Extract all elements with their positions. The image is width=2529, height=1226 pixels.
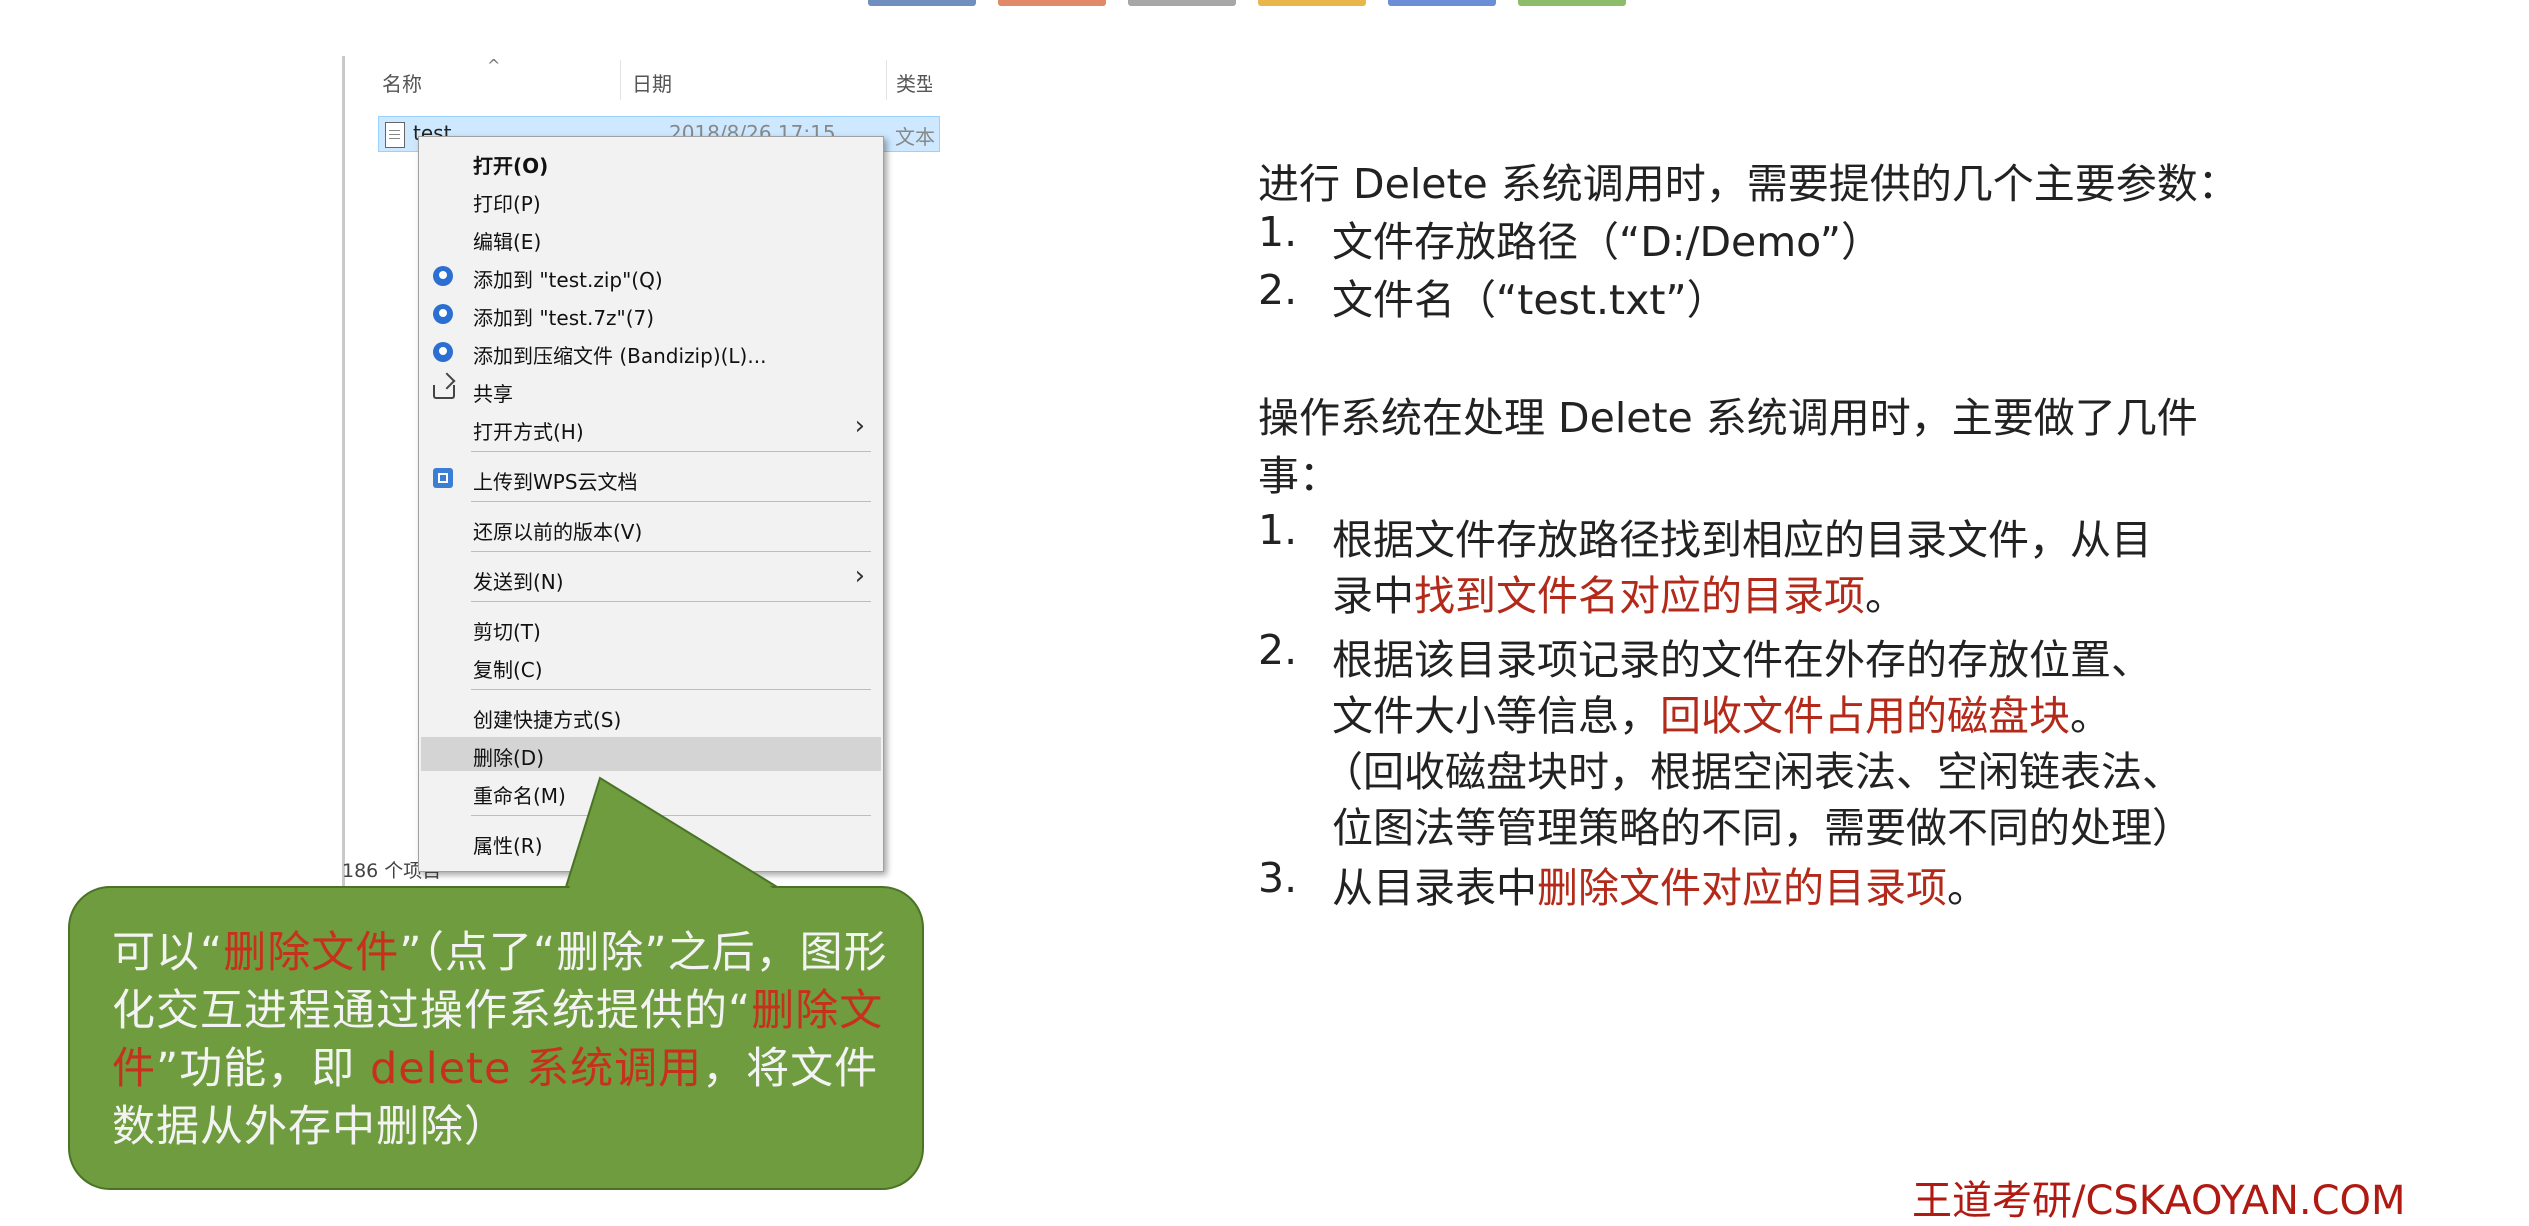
param-number: 1. [1258, 208, 1298, 256]
param-number: 2. [1258, 266, 1298, 314]
text-file-icon [385, 122, 405, 148]
callout-highlight: 删除文件 [223, 928, 400, 978]
strip-bar-3 [1128, 0, 1236, 6]
column-header-name[interactable]: 名称 [382, 68, 422, 97]
strip-bar-5 [1388, 0, 1496, 6]
step3-line: 从目录表中删除文件对应的目录项。 [1332, 864, 1988, 912]
menu-item-add-zip[interactable]: 添加到 "test.zip"(Q) [419, 259, 883, 293]
menu-separator [471, 551, 871, 552]
menu-item-add-7z[interactable]: 添加到 "test.7z"(7) [419, 297, 883, 331]
menu-separator [471, 601, 871, 602]
column-separator[interactable] [886, 60, 887, 100]
watermark: 王道考研/CSKAOYAN.COM [1912, 1178, 2406, 1224]
params-intro: 进行 Delete 系统调用时，需要提供的几个主要参数： [1258, 160, 2239, 208]
file-type: 文本 [895, 125, 935, 149]
menu-separator [471, 815, 871, 816]
step2-line3: （回收磁盘块时，根据空闲表法、空闲链表法、 [1322, 748, 2183, 796]
menu-item-upload-wps[interactable]: 上传到WPS云文档 [419, 461, 883, 495]
param-path: 文件存放路径（“D:/Demo”） [1332, 218, 1883, 266]
menu-separator [471, 501, 871, 502]
step1-highlight: 找到文件名对应的目录项 [1414, 572, 1865, 620]
step2-line4: 位图法等管理策略的不同，需要做不同的处理） [1332, 804, 2193, 852]
menu-item-properties[interactable]: 属性(R) [419, 825, 883, 859]
menu-item-print[interactable]: 打印(P) [419, 183, 883, 217]
menu-separator [471, 451, 871, 452]
strip-bar-4 [1258, 0, 1366, 6]
strip-bar-2 [998, 0, 1106, 6]
chevron-right-icon: › [854, 411, 865, 441]
callout-highlight: delete 系统调用 [369, 1044, 703, 1094]
step-number: 1. [1258, 506, 1298, 554]
menu-item-open-with[interactable]: 打开方式(H) › [419, 411, 883, 445]
menu-item-open[interactable]: 打开(O) [419, 145, 883, 179]
menu-item-send-to[interactable]: 发送到(N) › [419, 561, 883, 595]
menu-item-cut[interactable]: 剪切(T) [419, 611, 883, 645]
top-color-strip [868, 0, 1628, 6]
bandizip-icon [433, 304, 453, 324]
column-header-date[interactable]: 日期 [632, 68, 672, 97]
explorer-left-edge [342, 56, 345, 886]
chevron-right-icon: › [854, 561, 865, 591]
wps-cloud-icon [433, 468, 453, 488]
menu-item-copy[interactable]: 复制(C) [419, 649, 883, 683]
menu-separator [471, 689, 871, 690]
column-header-type[interactable]: 类型 [896, 68, 932, 97]
column-separator[interactable] [620, 60, 621, 100]
param-filename: 文件名（“test.txt”） [1332, 276, 1728, 324]
step3-highlight: 删除文件对应的目录项 [1537, 864, 1947, 912]
menu-item-delete[interactable]: 删除(D) [421, 737, 881, 771]
step2-highlight: 回收文件占用的磁盘块 [1660, 692, 2070, 740]
bandizip-icon [433, 342, 453, 362]
callout-bubble: 可以“删除文件”（点了“删除”之后，图形化交互进程通过操作系统提供的“删除文件”… [68, 886, 924, 1190]
menu-item-rename[interactable]: 重命名(M) [419, 775, 883, 809]
step2-line2: 文件大小等信息，回收文件占用的磁盘块。 [1332, 692, 2111, 740]
step-number: 3. [1258, 854, 1298, 902]
sort-ascending-icon[interactable]: ^ [487, 56, 500, 75]
bandizip-icon [433, 266, 453, 286]
strip-bar-6 [1518, 0, 1626, 6]
menu-item-add-bandizip[interactable]: 添加到压缩文件 (Bandizip)(L)... [419, 335, 883, 369]
ops-heading-line1: 操作系统在处理 Delete 系统调用时，主要做了几件 [1258, 394, 2198, 442]
step1-line2: 录中找到文件名对应的目录项。 [1332, 572, 1906, 620]
ops-heading-line2: 事： [1258, 452, 1340, 500]
context-menu: 打开(O) 打印(P) 编辑(E) 添加到 "test.zip"(Q) 添加到 … [418, 136, 884, 872]
strip-bar-1 [868, 0, 976, 6]
share-icon [433, 385, 455, 399]
menu-item-share[interactable]: 共享 [419, 373, 883, 407]
step-number: 2. [1258, 626, 1298, 674]
callout-text: 可以“删除文件”（点了“删除”之后，图形化交互进程通过操作系统提供的“删除文件”… [112, 928, 888, 1152]
menu-item-restore[interactable]: 还原以前的版本(V) [419, 511, 883, 545]
step1-line1: 根据文件存放路径找到相应的目录文件，从目 [1332, 516, 2152, 564]
step2-line1: 根据该目录项记录的文件在外存的存放位置、 [1332, 636, 2152, 684]
menu-item-edit[interactable]: 编辑(E) [419, 221, 883, 255]
menu-item-create-shortcut[interactable]: 创建快捷方式(S) [419, 699, 883, 733]
